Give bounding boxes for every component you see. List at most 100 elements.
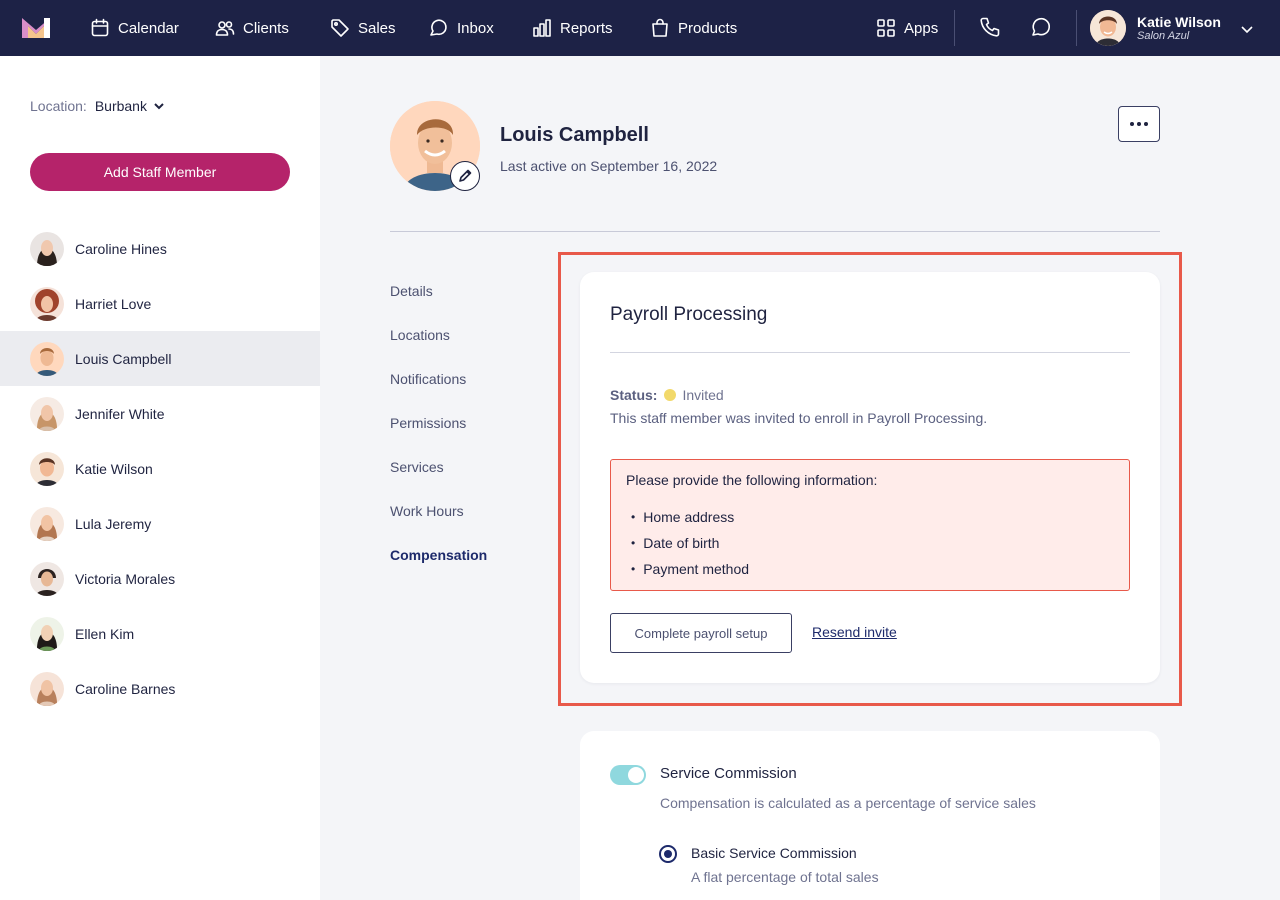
top-navigation-bar: Calendar Clients Sales Inbox Reports Pro… xyxy=(0,0,1280,56)
location-value: Burbank xyxy=(94,98,147,114)
card-divider xyxy=(610,352,1130,353)
apps-grid-icon xyxy=(877,19,895,37)
subnav-permissions[interactable]: Permissions xyxy=(390,413,487,457)
commission-title: Service Commission xyxy=(660,765,797,782)
shopping-bag-icon xyxy=(652,18,668,37)
status-description: This staff member was invited to enroll … xyxy=(610,410,988,426)
status-label: Status: xyxy=(610,387,658,403)
complete-payroll-setup-button[interactable]: Complete payroll setup xyxy=(610,613,792,653)
location-label: Location: xyxy=(30,98,87,114)
nav-reports[interactable]: Reports xyxy=(532,0,613,56)
alert-title: Please provide the following information… xyxy=(626,472,878,488)
user-salon: Salon Azul xyxy=(1137,29,1190,42)
profile-name: Louis Campbell xyxy=(500,124,649,146)
staff-row-lula-jeremy[interactable]: Lula Jeremy xyxy=(0,496,320,551)
main-content: Louis Campbell Last active on September … xyxy=(320,56,1280,900)
nav-calendar[interactable]: Calendar xyxy=(90,0,179,56)
more-options-button[interactable] xyxy=(1118,106,1160,142)
clients-icon xyxy=(215,21,235,36)
subnav-services[interactable]: Services xyxy=(390,457,487,501)
staff-row-jennifer-white[interactable]: Jennifer White xyxy=(0,386,320,441)
bar-chart-icon xyxy=(533,19,551,37)
staff-row-caroline-hines[interactable]: Caroline Hines xyxy=(0,221,320,276)
chat-bubble-icon xyxy=(1032,17,1051,36)
avatar xyxy=(30,396,64,431)
staff-row-harriet-love[interactable]: Harriet Love xyxy=(0,276,320,331)
app-logo-icon[interactable] xyxy=(22,18,50,38)
subnav-details[interactable]: Details xyxy=(390,281,487,325)
nav-divider xyxy=(1076,10,1077,46)
subnav-locations[interactable]: Locations xyxy=(390,325,487,369)
basic-commission-label: Basic Service Commission xyxy=(691,845,857,861)
resend-invite-link[interactable]: Resend invite xyxy=(812,624,897,640)
payroll-status: Status: Invited xyxy=(610,387,724,403)
staff-row-louis-campbell[interactable]: Louis Campbell xyxy=(0,331,320,386)
tag-icon xyxy=(331,19,349,37)
profile-divider xyxy=(390,231,1160,232)
nav-inbox[interactable]: Inbox xyxy=(429,0,494,56)
subnav-work-hours[interactable]: Work Hours xyxy=(390,501,487,545)
staff-name: Lula Jeremy xyxy=(75,515,152,532)
phone-button[interactable] xyxy=(979,16,1003,40)
avatar xyxy=(30,286,64,321)
avatar xyxy=(30,341,64,376)
profile-last-active: Last active on September 16, 2022 xyxy=(500,158,718,174)
phone-icon xyxy=(980,17,1000,37)
avatar xyxy=(30,671,64,706)
list-item: Payment method xyxy=(631,556,749,582)
nav-sales[interactable]: Sales xyxy=(330,0,396,56)
nav-clients[interactable]: Clients xyxy=(215,0,289,56)
nav-apps[interactable]: Apps xyxy=(876,0,938,56)
profile-subnav: Details Locations Notifications Permissi… xyxy=(390,281,487,589)
avatar xyxy=(30,616,64,651)
subnav-compensation[interactable]: Compensation xyxy=(390,545,487,589)
staff-name: Victoria Morales xyxy=(75,570,176,587)
calendar-icon xyxy=(91,18,109,37)
messages-button[interactable] xyxy=(1030,16,1054,40)
alert-list: Home address Date of birth Payment metho… xyxy=(631,504,749,582)
staff-list: Caroline Hines Harriet Love Louis Campbe… xyxy=(0,221,320,716)
required-info-alert: Please provide the following information… xyxy=(610,459,1130,591)
user-avatar xyxy=(1090,10,1126,46)
more-dots-icon xyxy=(1130,122,1134,126)
nav-products[interactable]: Products xyxy=(650,0,737,56)
inbox-icon xyxy=(430,19,447,36)
user-menu[interactable]: Katie Wilson Salon Azul xyxy=(1090,10,1253,46)
chevron-down-icon xyxy=(154,103,164,110)
avatar xyxy=(30,231,64,266)
nav-apps-label: Apps xyxy=(904,19,939,37)
pencil-icon xyxy=(459,169,472,182)
edit-photo-button[interactable] xyxy=(450,161,480,191)
staff-name: Ellen Kim xyxy=(75,625,135,642)
basic-commission-radio[interactable] xyxy=(659,845,677,863)
add-staff-member-button[interactable]: Add Staff Member xyxy=(30,153,290,191)
status-value: Invited xyxy=(682,387,724,403)
nav-inbox-label: Inbox xyxy=(457,19,494,37)
nav-products-label: Products xyxy=(678,19,738,37)
nav-clients-label: Clients xyxy=(243,19,289,37)
staff-row-caroline-barnes[interactable]: Caroline Barnes xyxy=(0,661,320,716)
list-item: Home address xyxy=(631,504,749,530)
subnav-notifications[interactable]: Notifications xyxy=(390,369,487,413)
staff-row-ellen-kim[interactable]: Ellen Kim xyxy=(0,606,320,661)
user-name: Katie Wilson xyxy=(1137,13,1221,30)
service-commission-card: Service Commission Compensation is calcu… xyxy=(580,731,1160,900)
staff-name: Louis Campbell xyxy=(75,350,172,367)
payroll-processing-card: Payroll Processing Status: Invited This … xyxy=(580,272,1160,683)
staff-name: Caroline Hines xyxy=(75,240,167,257)
commission-description: Compensation is calculated as a percenta… xyxy=(660,795,1036,811)
nav-divider xyxy=(954,10,955,46)
chevron-down-icon[interactable] xyxy=(1240,22,1254,36)
staff-sidebar: Location: Burbank Add Staff Member Carol… xyxy=(0,56,320,900)
location-selector[interactable]: Location: Burbank xyxy=(30,98,165,114)
avatar xyxy=(30,451,64,486)
staff-name: Jennifer White xyxy=(75,405,165,422)
status-dot-icon xyxy=(664,389,677,401)
payroll-title: Payroll Processing xyxy=(610,304,768,325)
nav-sales-label: Sales xyxy=(358,19,396,37)
staff-name: Katie Wilson xyxy=(75,460,153,477)
staff-row-victoria-morales[interactable]: Victoria Morales xyxy=(0,551,320,606)
staff-row-katie-wilson[interactable]: Katie Wilson xyxy=(0,441,320,496)
basic-commission-description: A flat percentage of total sales xyxy=(691,869,879,885)
service-commission-toggle[interactable] xyxy=(610,765,646,785)
